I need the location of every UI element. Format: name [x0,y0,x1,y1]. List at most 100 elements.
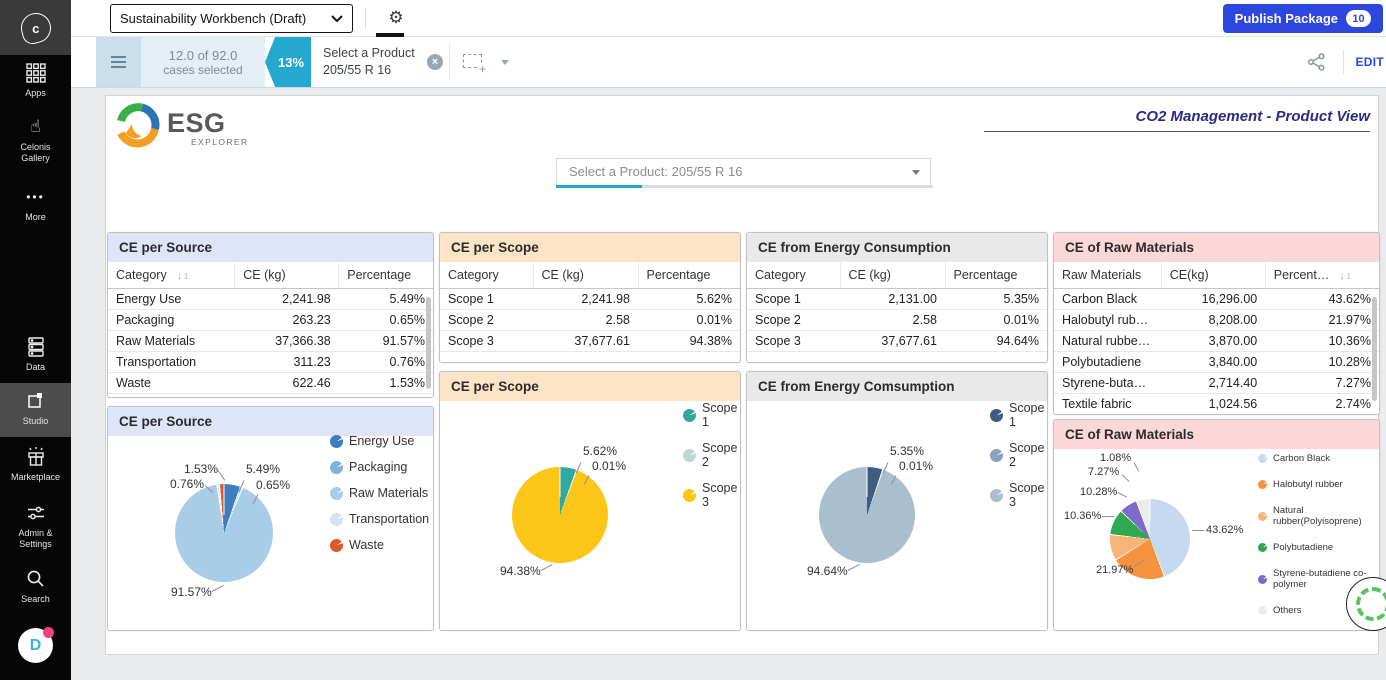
legend-item[interactable]: Scope 2 [990,441,1047,469]
table-cell: Styrene-buta… [1054,373,1161,394]
legend-item[interactable]: Scope 3 [683,481,740,509]
pie-data-label: 0.01% [592,459,626,473]
pie-data-label: 10.28% [1080,486,1117,498]
table-cell: 21.97% [1265,310,1379,331]
legend-item[interactable]: Natural rubber(Polyisoprene) [1258,505,1379,527]
column-header[interactable]: CE (kg) [840,262,945,289]
top-bar: Sustainability Workbench (Draft) ⚙ Publi… [71,0,1386,37]
table-row[interactable]: Polybutadiene3,840.0010.28% [1054,352,1379,373]
sidebar-item-studio[interactable]: Studio [0,390,71,427]
sidebar-item-label: More [0,212,71,223]
legend-item[interactable]: Scope 1 [990,401,1047,429]
sidebar-item-more[interactable]: ••• More [0,186,71,223]
table-row[interactable]: Packaging263.230.65% [108,310,433,331]
legend-item[interactable]: Scope 2 [683,441,740,469]
legend-item[interactable]: Polybutadiene [1258,542,1379,553]
table-cell: Waste [108,373,235,394]
column-header[interactable]: CE (kg) [235,262,339,289]
table-cell: 1,024.56 [1161,394,1265,415]
column-header[interactable]: CE(kg) [1161,262,1265,289]
pie-chart[interactable] [819,467,915,563]
pie-data-label: 91.57% [171,585,212,599]
table-row[interactable]: Scope 337,677.6194.38% [440,331,740,352]
publish-package-button[interactable]: Publish Package 10 [1223,4,1383,33]
sidebar-item-admin-settings[interactable]: Admin & Settings [0,502,71,550]
table-row[interactable]: Transportation311.230.76% [108,352,433,373]
sidebar-item-celonis-gallery[interactable]: ☝ Celonis Gallery [0,116,71,164]
column-header[interactable]: Category [440,262,533,289]
column-header[interactable]: CE (kg) [533,262,638,289]
filter-chip-product[interactable]: Select a Product 205/55 R 16 [323,45,428,79]
legend-label: Waste [349,538,384,552]
column-header[interactable]: Raw Materials [1054,262,1161,289]
table-row[interactable]: Textile fabric1,024.562.74% [1054,394,1379,415]
legend-item[interactable]: Packaging [330,460,429,474]
table-row[interactable]: Scope 12,241.985.62% [440,289,740,310]
filter-chip-value: 205/55 R 16 [323,62,428,79]
table-cell: 1.53% [339,373,433,394]
remove-filter-button[interactable]: × [427,54,443,70]
table-row[interactable]: Scope 22.580.01% [747,310,1047,331]
legend-item[interactable]: Carbon Black [1258,453,1379,464]
legend-item[interactable]: Raw Materials [330,486,429,500]
legend-item[interactable]: Energy Use [330,434,429,448]
table-cell: 2,241.98 [533,289,638,310]
hamburger-menu-button[interactable] [96,37,141,87]
table-cell: 0.76% [339,352,433,373]
data-table: CategoryCE (kg)PercentageScope 12,131.00… [747,262,1047,352]
sidebar-item-data[interactable]: Data [0,336,71,373]
column-header[interactable]: Percentage [638,262,740,289]
leader-line [212,585,224,592]
table-row[interactable]: Natural rubbe…3,870.0010.36% [1054,331,1379,352]
pie-data-label: 5.49% [246,462,280,476]
legend-item[interactable]: Transportation [330,512,429,526]
table-row[interactable]: Energy Use2,241.985.49% [108,289,433,310]
table-row[interactable]: Waste622.461.53% [108,373,433,394]
legend-pie-icon [1258,543,1267,552]
scrollbar-thumb[interactable] [426,297,431,389]
column-header[interactable]: Percentage [945,262,1047,289]
selection-dropdown-chevron[interactable] [501,60,509,65]
selector-progress-bar [556,185,933,188]
panel-title: CE of Raw Materials [1054,420,1379,449]
legend-item[interactable]: Halobutyl rubber [1258,479,1379,490]
cases-selected-indicator[interactable]: 12.0 of 92.0 cases selected [141,37,265,87]
column-header[interactable]: Percent…↓ 1 [1265,262,1379,289]
table-row[interactable]: Raw Materials37,366.3891.57% [108,331,433,352]
user-avatar[interactable]: D [18,628,53,663]
leader-line [1102,516,1114,517]
celonis-logo[interactable]: c [0,0,71,55]
table-row[interactable]: Scope 22.580.01% [440,310,740,331]
edit-mode-button[interactable]: EDIT [1355,55,1384,69]
sidebar-item-apps[interactable]: Apps [0,62,71,99]
column-header[interactable]: Percentage [339,262,433,289]
table-row[interactable]: Styrene-buta…2,714.407.27% [1054,373,1379,394]
table-cell: 0.01% [945,310,1047,331]
product-selector-dropdown[interactable]: Select a Product: 205/55 R 16 [556,158,931,186]
sidebar-item-search[interactable]: Search [0,568,71,605]
scrollbar-thumb[interactable] [1372,297,1377,401]
workbench-selector[interactable]: Sustainability Workbench (Draft) [110,4,353,33]
pie-chart[interactable] [175,484,273,582]
table-row[interactable]: Scope 337,677.6194.64% [747,331,1047,352]
data-table: Category↓ 1CE (kg)PercentageEnergy Use2,… [108,262,433,394]
table-cell: 311.23 [235,352,339,373]
publish-label: Publish Package [1235,11,1338,26]
column-header[interactable]: Category [747,262,840,289]
table-row[interactable]: Carbon Black16,296.0043.62% [1054,289,1379,310]
legend-item[interactable]: Waste [330,538,429,552]
gear-icon[interactable]: ⚙ [383,5,409,31]
pie-chart[interactable] [512,467,608,563]
legend-item[interactable]: Scope 3 [990,481,1047,509]
share-icon[interactable] [1307,53,1326,76]
add-selection-icon[interactable]: + [463,54,482,68]
column-header[interactable]: Category↓ 1 [108,262,235,289]
table-row[interactable]: Halobutyl rub…8,208.0021.97% [1054,310,1379,331]
legend-label: Natural rubber(Polyisoprene) [1273,505,1379,527]
cases-caption: cases selected [163,63,242,77]
logo-subtitle: EXPLORER [191,137,249,147]
table-row[interactable]: Scope 12,131.005.35% [747,289,1047,310]
table-cell: Transportation [108,352,235,373]
sidebar-item-marketplace[interactable]: Marketplace [0,446,71,483]
legend-item[interactable]: Scope 1 [683,401,740,429]
